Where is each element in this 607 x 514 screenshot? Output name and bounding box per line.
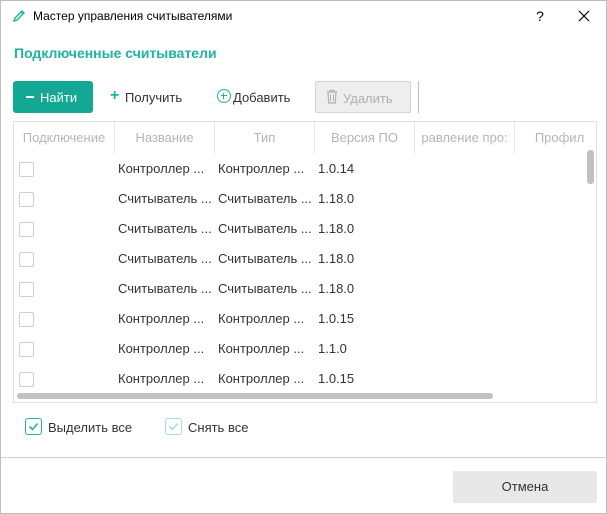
table-row[interactable]: Контроллер ... Контроллер ... 1.0.15 bbox=[14, 364, 584, 394]
cell-name: Контроллер ... bbox=[118, 311, 205, 326]
cell-version: 1.0.15 bbox=[318, 311, 355, 326]
row-checkbox[interactable] bbox=[19, 222, 34, 237]
cell-version: 1.18.0 bbox=[318, 221, 355, 236]
check-icon bbox=[25, 418, 42, 435]
cell-name: Контроллер ... bbox=[118, 371, 205, 386]
get-button[interactable]: + Получить bbox=[108, 81, 198, 113]
cell-type: Контроллер ... bbox=[218, 371, 305, 386]
cell-name: Контроллер ... bbox=[118, 161, 205, 176]
row-checkbox[interactable] bbox=[19, 312, 34, 327]
toolbar: Найти + Получить Добавить Удалить bbox=[13, 81, 433, 113]
plus-icon: + bbox=[110, 87, 120, 104]
cell-type: Контроллер ... bbox=[218, 161, 305, 176]
column-header-name[interactable]: Название bbox=[115, 122, 215, 154]
table-row[interactable]: Считыватель ... Считыватель ... 1.18.0 bbox=[14, 274, 584, 304]
cell-type: Контроллер ... bbox=[218, 311, 305, 326]
cell-type: Контроллер ... bbox=[218, 341, 305, 356]
row-checkbox[interactable] bbox=[19, 192, 34, 207]
find-button[interactable]: Найти bbox=[13, 81, 93, 113]
cell-name: Считыватель ... bbox=[118, 281, 212, 296]
cell-version: 1.1.0 bbox=[318, 341, 347, 356]
add-button-label: Добавить bbox=[233, 90, 291, 105]
column-header-connection[interactable]: Подключение bbox=[14, 122, 115, 154]
cell-version: 1.0.15 bbox=[318, 371, 355, 386]
select-all-checkbox[interactable]: Выделить все bbox=[25, 418, 140, 438]
column-header-direction[interactable]: равление про: bbox=[415, 122, 515, 154]
cell-type: Считыватель ... bbox=[218, 221, 312, 236]
column-header-type[interactable]: Тип bbox=[215, 122, 315, 154]
cancel-button[interactable]: Отмена bbox=[453, 471, 597, 503]
window-title: Мастер управления считывателями bbox=[33, 9, 233, 23]
cell-name: Считыватель ... bbox=[118, 191, 212, 206]
delete-button[interactable]: Удалить bbox=[315, 81, 411, 113]
footer-divider bbox=[1, 457, 606, 458]
table-row[interactable]: Считыватель ... Считыватель ... 1.18.0 bbox=[14, 184, 584, 214]
row-checkbox[interactable] bbox=[19, 282, 34, 297]
trash-icon bbox=[327, 89, 337, 104]
help-button[interactable]: ? bbox=[529, 5, 551, 27]
find-button-label: Найти bbox=[40, 90, 78, 105]
cell-type: Считыватель ... bbox=[218, 281, 312, 296]
check-icon bbox=[165, 418, 182, 435]
get-button-label: Получить bbox=[125, 90, 183, 105]
readers-table: Подключение Название Тип Версия ПО равле… bbox=[13, 121, 597, 403]
row-checkbox[interactable] bbox=[19, 372, 34, 387]
table-header: Подключение Название Тип Версия ПО равле… bbox=[14, 122, 596, 154]
cell-type: Считыватель ... bbox=[218, 251, 312, 266]
cell-name: Контроллер ... bbox=[118, 341, 205, 356]
cell-version: 1.0.14 bbox=[318, 161, 355, 176]
table-row[interactable]: Считыватель ... Считыватель ... 1.18.0 bbox=[14, 244, 584, 274]
horizontal-scrollbar[interactable] bbox=[17, 393, 493, 399]
pen-icon bbox=[12, 10, 25, 23]
toolbar-divider bbox=[418, 81, 419, 113]
cell-version: 1.18.0 bbox=[318, 191, 355, 206]
row-checkbox[interactable] bbox=[19, 342, 34, 357]
section-title: Подключенные считыватели bbox=[14, 45, 217, 61]
cell-type: Считыватель ... bbox=[218, 191, 312, 206]
column-header-version[interactable]: Версия ПО bbox=[315, 122, 415, 154]
table-row[interactable]: Контроллер ... Контроллер ... 1.1.0 bbox=[14, 334, 584, 364]
cell-version: 1.18.0 bbox=[318, 251, 355, 266]
cell-name: Считыватель ... bbox=[118, 221, 212, 236]
row-checkbox[interactable] bbox=[19, 252, 34, 267]
select-all-label: Выделить все bbox=[48, 420, 133, 435]
deselect-all-checkbox[interactable]: Снять все bbox=[165, 418, 265, 438]
delete-button-label: Удалить bbox=[343, 91, 393, 106]
title-bar: Мастер управления считывателями ? bbox=[1, 1, 606, 31]
add-button[interactable]: Добавить bbox=[215, 81, 305, 113]
minus-icon bbox=[26, 96, 34, 98]
column-header-profile[interactable]: Профил bbox=[515, 122, 596, 154]
cell-version: 1.18.0 bbox=[318, 281, 355, 296]
table-row[interactable]: Контроллер ... Контроллер ... 1.0.14 bbox=[14, 154, 584, 184]
add-circle-icon bbox=[217, 89, 231, 103]
deselect-all-label: Снять все bbox=[188, 420, 249, 435]
table-row[interactable]: Контроллер ... Контроллер ... 1.0.15 bbox=[14, 304, 584, 334]
cell-name: Считыватель ... bbox=[118, 251, 212, 266]
row-checkbox[interactable] bbox=[19, 162, 34, 177]
table-row[interactable]: Считыватель ... Считыватель ... 1.18.0 bbox=[14, 214, 584, 244]
vertical-scrollbar[interactable] bbox=[587, 150, 594, 184]
reader-manager-window: Мастер управления считывателями ? Подклю… bbox=[0, 0, 607, 514]
close-icon[interactable] bbox=[571, 5, 597, 27]
